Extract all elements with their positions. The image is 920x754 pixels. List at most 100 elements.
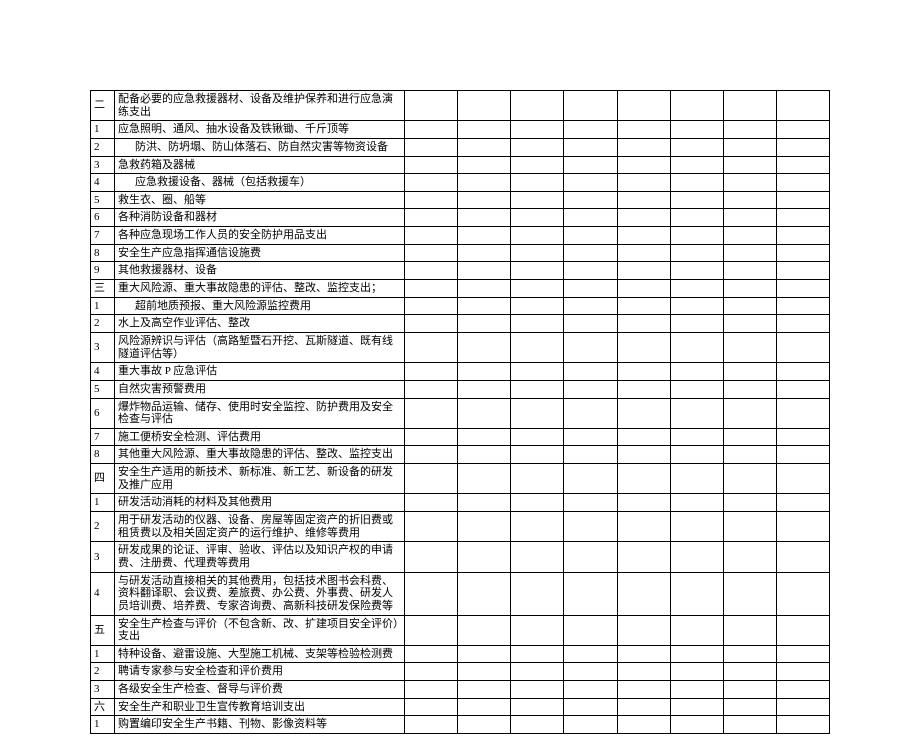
blank-cell	[564, 209, 617, 227]
row-number: 3	[91, 156, 115, 174]
row-number: 4	[91, 572, 115, 615]
blank-cell	[458, 156, 511, 174]
blank-cell	[670, 428, 723, 446]
blank-cell	[670, 174, 723, 192]
blank-cell	[511, 332, 564, 362]
blank-cell	[564, 512, 617, 542]
blank-cell	[405, 380, 458, 398]
blank-cell	[617, 615, 670, 645]
blank-cell	[670, 542, 723, 572]
blank-cell	[617, 464, 670, 494]
blank-cell	[723, 363, 776, 381]
blank-cell	[723, 494, 776, 512]
blank-cell	[564, 332, 617, 362]
blank-cell	[670, 698, 723, 716]
row-description: 用于研发活动的仪器、设备、房屋等固定资产的折旧费或租赁费以及相关固定资产的运行维…	[115, 512, 405, 542]
blank-cell	[776, 244, 829, 262]
blank-cell	[617, 191, 670, 209]
table-row: 5救生衣、圈、船等	[91, 191, 830, 209]
blank-cell	[511, 398, 564, 428]
blank-cell	[511, 227, 564, 245]
blank-cell	[617, 121, 670, 139]
row-description: 超前地质预报、重大风险源监控费用	[115, 297, 405, 315]
blank-cell	[670, 138, 723, 156]
blank-cell	[458, 663, 511, 681]
blank-cell	[564, 615, 617, 645]
blank-cell	[564, 297, 617, 315]
blank-cell	[511, 663, 564, 681]
blank-cell	[405, 645, 458, 663]
blank-cell	[723, 663, 776, 681]
blank-cell	[458, 698, 511, 716]
blank-cell	[776, 91, 829, 121]
blank-cell	[617, 280, 670, 298]
blank-cell	[405, 681, 458, 699]
blank-cell	[776, 174, 829, 192]
blank-cell	[405, 332, 458, 362]
blank-cell	[458, 209, 511, 227]
blank-cell	[776, 315, 829, 333]
blank-cell	[670, 121, 723, 139]
blank-cell	[617, 91, 670, 121]
blank-cell	[511, 91, 564, 121]
row-description: 各种应急现场工作人员的安全防护用品支出	[115, 227, 405, 245]
row-number: 8	[91, 446, 115, 464]
blank-cell	[617, 244, 670, 262]
blank-cell	[723, 645, 776, 663]
blank-cell	[511, 297, 564, 315]
row-number: 9	[91, 262, 115, 280]
blank-cell	[511, 209, 564, 227]
blank-cell	[458, 681, 511, 699]
blank-cell	[564, 428, 617, 446]
table-row: 6爆炸物品运输、储存、使用时安全监控、防护费用及安全检查与评估	[91, 398, 830, 428]
blank-cell	[723, 332, 776, 362]
row-number: 4	[91, 174, 115, 192]
blank-cell	[564, 398, 617, 428]
blank-cell	[458, 121, 511, 139]
row-description: 其他救援器材、设备	[115, 262, 405, 280]
blank-cell	[564, 698, 617, 716]
blank-cell	[564, 91, 617, 121]
blank-cell	[617, 698, 670, 716]
blank-cell	[617, 645, 670, 663]
row-number: 四	[91, 464, 115, 494]
row-number: 2	[91, 138, 115, 156]
row-description: 安全生产应急指挥通信设施费	[115, 244, 405, 262]
blank-cell	[458, 244, 511, 262]
blank-cell	[723, 315, 776, 333]
row-description: 安全生产和职业卫生宣传教育培训支出	[115, 698, 405, 716]
blank-cell	[564, 464, 617, 494]
blank-cell	[458, 262, 511, 280]
row-number: 1	[91, 297, 115, 315]
expenditure-table: 二配备必要的应急救援器材、设备及维护保养和进行应急演练支出1应急照明、通风、抽水…	[90, 90, 830, 734]
blank-cell	[617, 398, 670, 428]
blank-cell	[405, 663, 458, 681]
blank-cell	[458, 380, 511, 398]
blank-cell	[458, 428, 511, 446]
table-row: 4应急救援设备、器械（包括救援车）	[91, 174, 830, 192]
blank-cell	[405, 191, 458, 209]
blank-cell	[405, 363, 458, 381]
row-description: 购置编印安全生产书籍、刊物、影像资料等	[115, 716, 405, 734]
blank-cell	[776, 297, 829, 315]
blank-cell	[670, 494, 723, 512]
blank-cell	[723, 698, 776, 716]
blank-cell	[405, 244, 458, 262]
blank-cell	[670, 244, 723, 262]
blank-cell	[458, 280, 511, 298]
blank-cell	[511, 512, 564, 542]
blank-cell	[511, 446, 564, 464]
blank-cell	[405, 262, 458, 280]
table-row: 2聘请专家参与安全检查和评价费用	[91, 663, 830, 681]
table-row: 1应急照明、通风、抽水设备及铁锹锄、千斤顶等	[91, 121, 830, 139]
table-row: 3研发成果的论证、评审、验收、评估以及知识产权的申请费、注册费、代理费等费用	[91, 542, 830, 572]
blank-cell	[776, 681, 829, 699]
blank-cell	[564, 138, 617, 156]
blank-cell	[564, 262, 617, 280]
blank-cell	[458, 363, 511, 381]
blank-cell	[458, 315, 511, 333]
blank-cell	[723, 615, 776, 645]
blank-cell	[511, 572, 564, 615]
blank-cell	[511, 698, 564, 716]
blank-cell	[405, 156, 458, 174]
